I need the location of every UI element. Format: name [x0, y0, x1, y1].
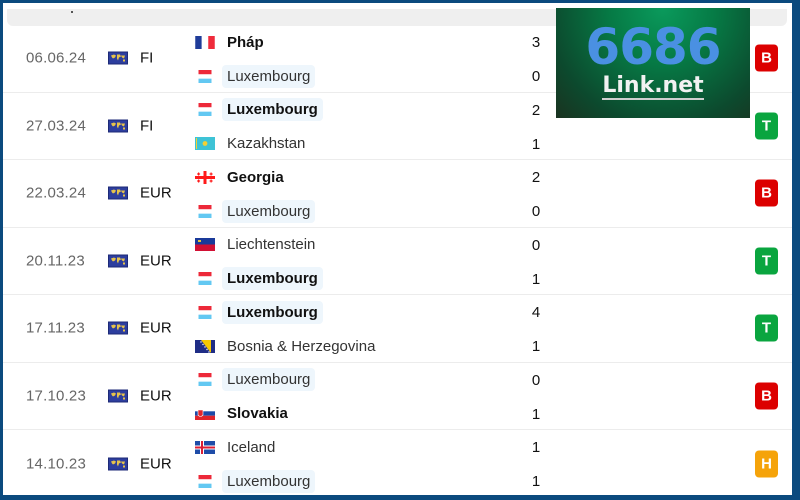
competition-label: FI: [140, 49, 154, 67]
match-row-7[interactable]: 14.10.23 EUR Iceland Luxembourg 1 1 H: [3, 430, 792, 495]
away-team-name[interactable]: Luxembourg: [222, 199, 316, 223]
match-date: 22.03.24: [26, 184, 86, 202]
match-row-6[interactable]: 17.10.23 EUR Luxembourg Slovakia 0 1 B: [3, 363, 792, 430]
ad-logo-domain: Link.net: [602, 73, 704, 100]
away-team[interactable]: Luxembourg: [195, 64, 316, 88]
away-team-name[interactable]: Luxembourg: [222, 64, 316, 88]
match-date: 17.11.23: [26, 319, 85, 337]
home-score: 1: [531, 439, 541, 456]
match-row-3[interactable]: 22.03.24 EUR Georgia Luxembourg 2 0 B: [3, 160, 792, 228]
home-team[interactable]: Luxembourg: [195, 368, 316, 392]
away-team-name[interactable]: Slovakia: [222, 402, 293, 425]
luxembourg-flag-icon: [195, 204, 215, 218]
home-score: 4: [531, 304, 541, 321]
luxembourg-flag-icon: [195, 474, 215, 488]
georgia-flag-icon: [195, 170, 215, 184]
liechtenstein-flag-icon: [195, 238, 215, 251]
home-score: 2: [531, 169, 541, 186]
home-team[interactable]: Luxembourg: [195, 98, 323, 122]
result-badge-draw: H: [755, 450, 778, 478]
ad-logo-number: 6686: [585, 18, 721, 76]
home-team[interactable]: Iceland: [195, 435, 280, 459]
away-team[interactable]: Luxembourg: [195, 199, 316, 223]
world-map-icon: [108, 186, 128, 200]
home-score: 2: [531, 101, 541, 119]
home-team[interactable]: Liechtenstein: [195, 233, 320, 257]
away-team[interactable]: Kazakhstan: [195, 132, 310, 156]
world-map-icon: [108, 457, 128, 471]
result-badge-win: T: [755, 112, 778, 140]
luxembourg-flag-icon: [195, 305, 215, 319]
home-team-name[interactable]: Liechtenstein: [222, 233, 320, 256]
result-badge-win: T: [755, 247, 778, 275]
match-row-5[interactable]: 17.11.23 EUR Luxembourg Bosnia & Herzego…: [3, 295, 792, 363]
competition-label: EUR: [140, 387, 172, 405]
match-date: 14.10.23: [26, 455, 86, 473]
header-dot: [71, 11, 73, 13]
competition-label: EUR: [140, 252, 172, 270]
home-score: 0: [531, 236, 541, 254]
home-team[interactable]: Georgia: [195, 165, 289, 189]
away-team[interactable]: Slovakia: [195, 402, 293, 426]
luxembourg-flag-icon: [195, 373, 215, 386]
iceland-flag-icon: [195, 440, 215, 454]
away-score: 1: [531, 405, 541, 423]
ad-banner-6686link[interactable]: 6686 Link.net: [556, 8, 750, 118]
world-map-icon: [108, 119, 128, 133]
home-score: 3: [531, 34, 541, 51]
bosnia-flag-icon: [195, 339, 215, 353]
luxembourg-flag-icon: [195, 103, 215, 116]
home-team-name[interactable]: Luxembourg: [222, 368, 316, 391]
match-date: 06.06.24: [26, 49, 86, 67]
home-team-name[interactable]: Luxembourg: [222, 98, 323, 121]
match-date: 17.10.23: [26, 387, 86, 405]
luxembourg-flag-icon: [195, 272, 215, 285]
away-score: 1: [531, 473, 541, 490]
away-team-name[interactable]: Kazakhstan: [222, 132, 310, 155]
world-map-icon: [108, 321, 128, 335]
away-team[interactable]: Bosnia & Herzegovina: [195, 334, 380, 358]
away-score: 0: [531, 68, 541, 85]
luxembourg-flag-icon: [195, 69, 215, 83]
world-map-icon: [108, 389, 128, 403]
match-row-4[interactable]: 20.11.23 EUR Liechtenstein Luxembourg 0 …: [3, 228, 792, 295]
competition-label: FI: [140, 117, 154, 135]
home-team-name[interactable]: Iceland: [222, 436, 280, 459]
result-badge-loss: B: [755, 44, 778, 72]
away-team-name[interactable]: Luxembourg: [222, 267, 323, 290]
home-team-name[interactable]: Georgia: [222, 166, 289, 189]
world-map-icon: [108, 51, 128, 65]
home-team[interactable]: Pháp: [195, 30, 269, 54]
slovakia-flag-icon: [195, 407, 215, 420]
kazakhstan-flag-icon: [195, 137, 215, 150]
competition-label: EUR: [140, 184, 172, 202]
home-team[interactable]: Luxembourg: [195, 300, 323, 324]
result-badge-loss: B: [755, 382, 778, 410]
home-team-name[interactable]: Pháp: [222, 31, 269, 54]
away-score: 1: [531, 135, 541, 153]
matches-panel: 06.06.24 FI Pháp Luxembourg 3 0 B 27.03.…: [3, 3, 792, 495]
competition-label: EUR: [140, 319, 172, 337]
result-badge-loss: B: [755, 179, 778, 207]
world-map-icon: [108, 254, 128, 268]
home-team-name[interactable]: Luxembourg: [222, 300, 323, 324]
match-date: 20.11.23: [26, 252, 85, 270]
away-score: 1: [531, 270, 541, 288]
away-score: 1: [531, 338, 541, 355]
away-team[interactable]: Luxembourg: [195, 469, 316, 493]
result-badge-win: T: [755, 314, 778, 342]
france-flag-icon: [195, 35, 215, 49]
match-date: 27.03.24: [26, 117, 86, 135]
away-team-name[interactable]: Bosnia & Herzegovina: [222, 335, 380, 358]
away-score: 0: [531, 203, 541, 220]
home-score: 0: [531, 371, 541, 389]
away-team[interactable]: Luxembourg: [195, 267, 323, 291]
competition-label: EUR: [140, 455, 172, 473]
away-team-name[interactable]: Luxembourg: [222, 469, 316, 493]
